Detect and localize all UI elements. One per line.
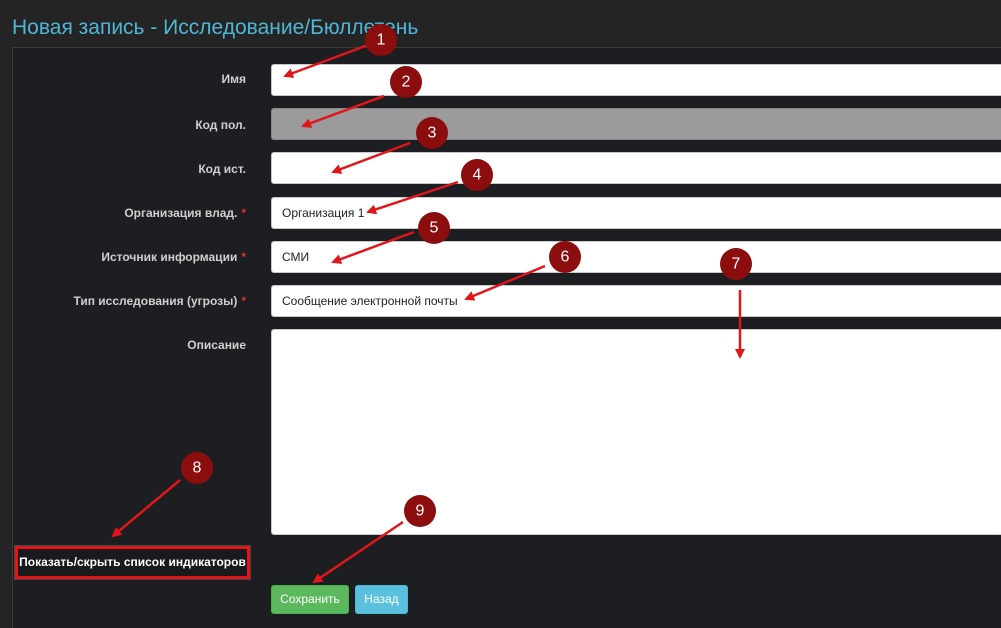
owner-org-label: Организация влад. *: [6, 206, 246, 220]
name-label: Имя: [221, 72, 246, 86]
name-input[interactable]: [271, 64, 1001, 96]
required-marker: *: [241, 250, 246, 264]
required-marker: *: [241, 294, 246, 308]
toggle-indicators-button[interactable]: Показать/скрыть список индикаторов: [15, 546, 250, 579]
field-code-label: Код пол.: [195, 118, 246, 132]
info-source-label-text: Источник информации: [101, 250, 238, 264]
required-marker: *: [241, 206, 246, 220]
source-code-input[interactable]: [271, 152, 1001, 184]
owner-org-select[interactable]: Организация 1: [271, 197, 1001, 229]
description-label: Описание: [187, 338, 246, 352]
owner-org-label-text: Организация влад.: [124, 206, 238, 220]
save-button[interactable]: Сохранить: [271, 585, 349, 614]
info-source-select[interactable]: СМИ: [271, 241, 1001, 273]
research-type-label: Тип исследования (угрозы) *: [6, 294, 246, 308]
research-type-select[interactable]: Сообщение электронной почты: [271, 285, 1001, 317]
page-title: Новая запись - Исследование/Бюллетень: [12, 16, 419, 39]
research-type-label-text: Тип исследования (угрозы): [73, 294, 238, 308]
back-button[interactable]: Назад: [355, 585, 408, 614]
info-source-label: Источник информации *: [6, 250, 246, 264]
field-code-input: [271, 108, 1001, 140]
source-code-label: Код ист.: [198, 162, 246, 176]
description-textarea[interactable]: [271, 329, 1001, 535]
